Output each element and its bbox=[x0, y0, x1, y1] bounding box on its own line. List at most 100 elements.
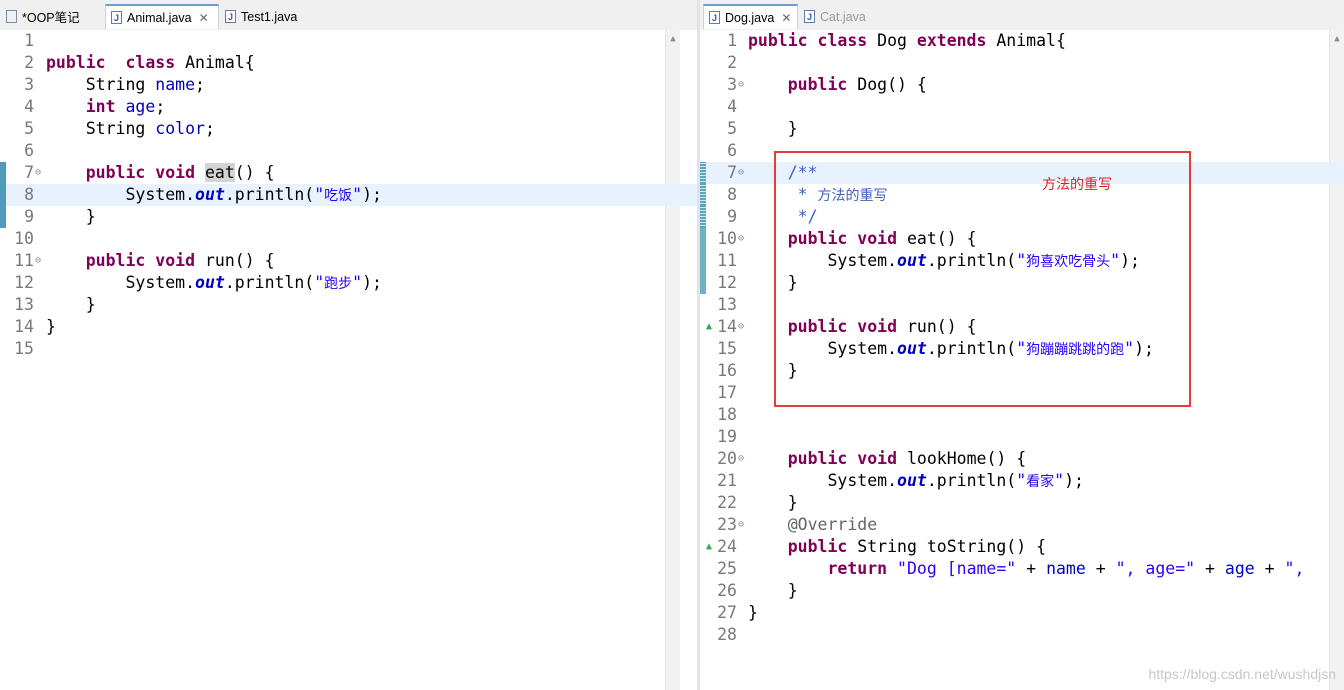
line-number: 28 bbox=[717, 625, 737, 644]
fold-toggle-icon[interactable]: ⊖ bbox=[35, 162, 41, 184]
close-tab-icon[interactable]: ✕ bbox=[781, 11, 791, 25]
code-line[interactable]: 20 ⊖ public void lookHome() { bbox=[700, 448, 1344, 470]
string-literal: " bbox=[314, 185, 325, 204]
code-text: () { bbox=[234, 163, 275, 182]
code-text: + bbox=[1254, 559, 1285, 578]
fold-toggle-icon[interactable]: ⊖ bbox=[738, 316, 744, 338]
string-literal: ", bbox=[1284, 559, 1305, 578]
code-line[interactable]: 15 bbox=[0, 338, 697, 360]
line-number: 15 bbox=[14, 339, 34, 358]
keyword: class bbox=[817, 31, 868, 50]
override-indicator-icon[interactable]: ▲ bbox=[706, 536, 712, 558]
code-line[interactable]: 12 System.out.println("跑步"); bbox=[0, 272, 697, 294]
code-line[interactable]: 1 public class Dog extends Animal{ bbox=[700, 30, 1344, 52]
code-line[interactable]: 3 ⊖ public Dog() { bbox=[700, 74, 1344, 96]
code-line[interactable]: 6 bbox=[0, 140, 697, 162]
code-line[interactable]: 7 ⊖ public void eat() { bbox=[0, 162, 697, 184]
code-content: public class Dog extends Animal{ bbox=[748, 30, 1066, 52]
code-line[interactable]: 24 ▲ public String toString() { bbox=[700, 536, 1344, 558]
tab-oop-notes[interactable]: *OOP笔记 bbox=[1, 4, 104, 29]
code-line[interactable]: 26 } bbox=[700, 580, 1344, 602]
line-number: 4 bbox=[24, 97, 34, 116]
static-field: out bbox=[195, 273, 225, 292]
fold-toggle-icon[interactable]: ⊖ bbox=[738, 74, 744, 96]
code-text: ; bbox=[155, 97, 166, 116]
code-text: .println( bbox=[224, 273, 315, 292]
keyword: int bbox=[85, 97, 116, 116]
code-text: System. bbox=[46, 273, 196, 292]
line-number: 13 bbox=[717, 295, 737, 314]
code-text: run() { bbox=[195, 251, 275, 270]
code-line[interactable]: 4 bbox=[700, 96, 1344, 118]
code-line[interactable]: 23 ⊖ @Override bbox=[700, 514, 1344, 536]
code-text: ; bbox=[195, 75, 205, 94]
field-name: age bbox=[1224, 559, 1255, 578]
code-line[interactable]: 25 return "Dog [name=" + name + ", age="… bbox=[700, 558, 1344, 580]
tab-dog-java[interactable]: J Dog.java ✕ bbox=[703, 4, 798, 29]
code-text: } bbox=[46, 317, 56, 336]
code-line[interactable]: 14} bbox=[0, 316, 697, 338]
code-content: } bbox=[748, 118, 798, 140]
code-line[interactable]: 2 public class Animal{ bbox=[0, 52, 697, 74]
code-line[interactable]: 28 bbox=[700, 624, 1344, 646]
line-number: 5 bbox=[727, 119, 737, 138]
fold-toggle-icon[interactable]: ⊖ bbox=[35, 250, 41, 272]
line-number: 19 bbox=[717, 427, 737, 446]
code-line[interactable]: 27} bbox=[700, 602, 1344, 624]
code-line[interactable]: 18 bbox=[700, 404, 1344, 426]
keyword: public bbox=[787, 537, 848, 556]
line-number: 26 bbox=[717, 581, 737, 600]
tab-cat-java[interactable]: J Cat.java bbox=[799, 4, 879, 29]
fold-toggle-icon[interactable]: ⊖ bbox=[738, 162, 744, 184]
code-text: } bbox=[46, 295, 96, 314]
code-content: } bbox=[46, 316, 56, 338]
code-line[interactable]: 8 System.out.println("吃饭"); bbox=[0, 184, 697, 206]
tab-label: Test1.java bbox=[241, 9, 298, 24]
line-number: 3 bbox=[24, 75, 34, 94]
code-line[interactable]: 9 } bbox=[0, 206, 697, 228]
line-number: 23 bbox=[717, 515, 737, 534]
line-number: 16 bbox=[717, 361, 737, 380]
tab-test1-java[interactable]: J Test1.java bbox=[220, 4, 320, 29]
code-line[interactable]: 2 bbox=[700, 52, 1344, 74]
code-text: .println( bbox=[224, 185, 315, 204]
fold-toggle-icon[interactable]: ⊖ bbox=[738, 514, 744, 536]
tab-label: *OOP笔记 bbox=[22, 11, 80, 25]
code-line[interactable]: 1 bbox=[0, 30, 697, 52]
code-line[interactable]: 4 int age; bbox=[0, 96, 697, 118]
string-literal: " bbox=[352, 273, 363, 292]
java-file-icon: J bbox=[225, 10, 236, 23]
code-line[interactable]: 10 bbox=[0, 228, 697, 250]
code-text: } bbox=[748, 493, 798, 512]
animal-java-editor[interactable]: ▲ 1 2 public class Animal{3 String name; 4 … bbox=[0, 30, 697, 690]
field-name: age bbox=[125, 97, 156, 116]
line-number: 21 bbox=[717, 471, 737, 490]
fold-toggle-icon[interactable]: ⊖ bbox=[738, 228, 744, 250]
fold-toggle-icon[interactable]: ⊖ bbox=[738, 448, 744, 470]
line-number: 11 bbox=[717, 251, 737, 270]
code-content: public void eat() { bbox=[46, 162, 275, 184]
code-line[interactable]: 13 } bbox=[0, 294, 697, 316]
code-line[interactable]: 21 System.out.println("看家"); bbox=[700, 470, 1344, 492]
code-text: System. bbox=[748, 471, 898, 490]
code-text: + bbox=[1016, 559, 1047, 578]
code-line[interactable]: 11 ⊖ public void run() { bbox=[0, 250, 697, 272]
keyword: public bbox=[85, 163, 146, 182]
code-line[interactable]: 5 } bbox=[700, 118, 1344, 140]
close-tab-icon[interactable]: ✕ bbox=[199, 11, 209, 25]
line-number: 15 bbox=[717, 339, 737, 358]
code-text: String toString() { bbox=[847, 537, 1047, 556]
string-literal: 看家 bbox=[1026, 474, 1055, 490]
override-indicator-icon[interactable]: ▲ bbox=[706, 316, 712, 338]
string-literal: " bbox=[314, 273, 325, 292]
code-line[interactable]: 19 bbox=[700, 426, 1344, 448]
code-line[interactable]: 3 String name; bbox=[0, 74, 697, 96]
code-line[interactable]: 22 } bbox=[700, 492, 1344, 514]
tab-animal-java[interactable]: J Animal.java ✕ bbox=[105, 4, 219, 29]
code-line[interactable]: 5 String color; bbox=[0, 118, 697, 140]
